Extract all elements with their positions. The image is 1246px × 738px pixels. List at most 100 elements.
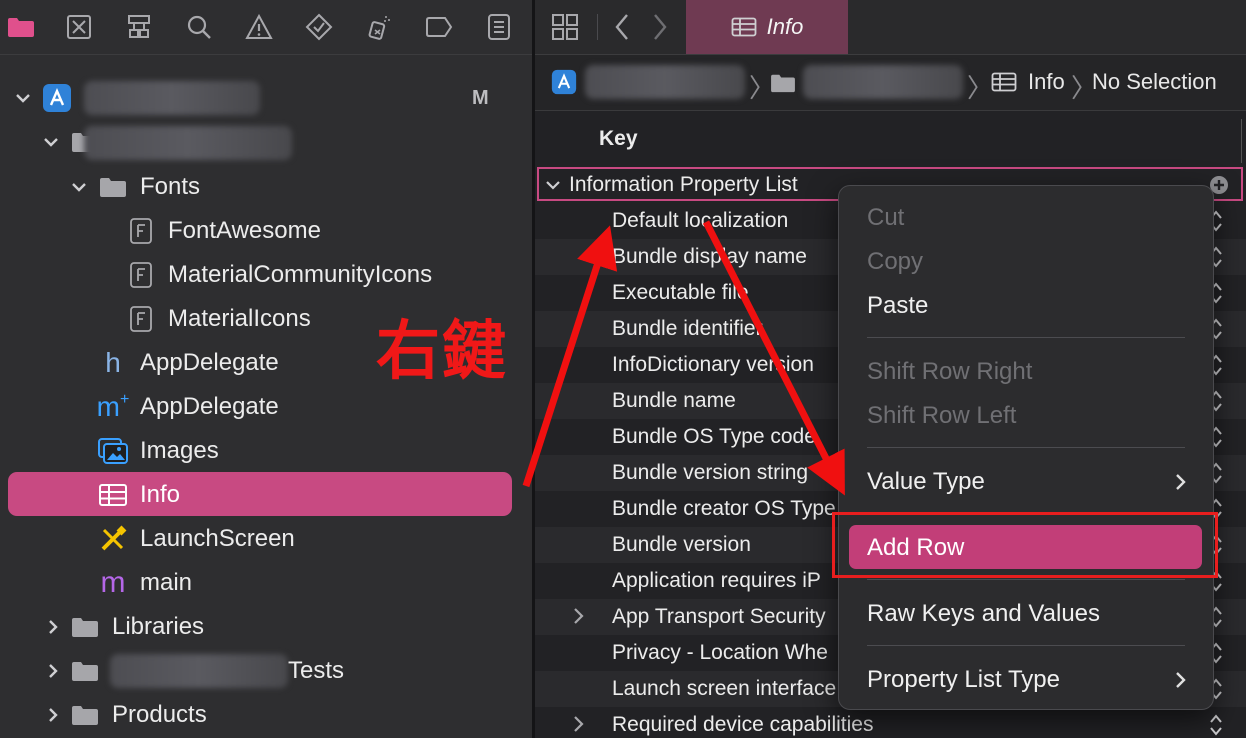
menu-item-shift-row-right[interactable]: Shift Row Right: [867, 358, 1032, 386]
tree-item-info[interactable]: Info: [0, 473, 532, 517]
breadcrumb-selection[interactable]: No Selection: [1092, 69, 1217, 95]
menu-item-shift-row-left[interactable]: Shift Row Left: [867, 402, 1016, 430]
plist-table-icon: [96, 480, 130, 510]
report-icon[interactable]: [482, 11, 516, 43]
property-key-label: Bundle OS Type code: [612, 425, 816, 448]
navigator-toolbar: [0, 0, 532, 55]
hierarchy-icon[interactable]: [122, 11, 156, 43]
toolbar-separator: [597, 14, 598, 40]
property-key-label: Bundle version: [612, 533, 751, 556]
tree-item-main[interactable]: m main: [0, 561, 532, 605]
modified-badge: M: [472, 86, 489, 109]
key-column-header[interactable]: Key: [599, 127, 638, 151]
tree-item-images[interactable]: Images: [0, 429, 532, 473]
app-project-icon[interactable]: [551, 69, 577, 100]
source-control-icon[interactable]: [62, 11, 96, 43]
menu-item-cut[interactable]: Cut: [867, 204, 904, 232]
project-row[interactable]: M: [0, 76, 532, 120]
property-key-label: Launch screen interface: [612, 677, 837, 700]
breadcrumb-separator: 〉: [967, 73, 994, 103]
tree-item-launchscreen[interactable]: LaunchScreen: [0, 517, 532, 561]
tree-item-label: Fonts: [140, 173, 201, 200]
tree-item-tests[interactable]: Tests: [0, 649, 532, 693]
breakpoint-icon[interactable]: [422, 11, 456, 43]
menu-separator: [867, 645, 1185, 646]
property-key-label: Bundle version string: [612, 461, 809, 484]
tree-item-label: MaterialIcons: [168, 305, 311, 332]
target-group-row[interactable]: [0, 120, 532, 164]
folder-icon: [68, 700, 102, 730]
tree-item-label: Tests: [288, 657, 345, 684]
chevron-down-icon[interactable]: [12, 87, 34, 109]
property-key-label: Bundle creator OS Type: [612, 497, 836, 520]
chevron-right-icon[interactable]: [42, 660, 64, 682]
add-row-callout-box: [832, 512, 1218, 578]
jump-bar: 〉 〉 Info 〉 No Selection: [535, 55, 1246, 111]
chevron-right-icon[interactable]: [42, 616, 64, 638]
tree-item-materialcommunityicons[interactable]: MaterialCommunityIcons: [0, 253, 532, 297]
column-header: Key: [535, 111, 1246, 167]
menu-item-property-list-type[interactable]: Property List Type: [867, 666, 1060, 694]
chevron-down-icon[interactable]: [545, 179, 561, 191]
menu-separator: [867, 447, 1185, 448]
folder-icon[interactable]: [4, 11, 38, 43]
redacted-project-name: [84, 81, 260, 115]
tree-item-label: FontAwesome: [168, 217, 321, 244]
tree-item-label: AppDelegate: [140, 393, 279, 420]
chevron-right-icon[interactable]: [571, 606, 587, 626]
debug-spray-icon[interactable]: [362, 11, 396, 43]
objc-file-icon: m +: [96, 391, 130, 422]
warning-icon[interactable]: [242, 11, 276, 43]
tree-item-fonts[interactable]: Fonts: [0, 165, 532, 209]
font-file-icon: [124, 304, 158, 334]
property-key-label: Default localization: [612, 209, 789, 232]
back-chevron-icon[interactable]: [613, 12, 631, 47]
tree-item-fontawesome[interactable]: FontAwesome: [0, 209, 532, 253]
tab-label: Info: [766, 14, 804, 39]
tree-item-label: Libraries: [112, 613, 205, 640]
asset-catalog-icon: [96, 436, 130, 466]
stepper-icon[interactable]: [1209, 713, 1223, 737]
objc-main-file-icon: m: [100, 566, 126, 599]
test-diamond-icon[interactable]: [302, 11, 336, 43]
folder-icon: [68, 612, 102, 642]
redacted-group-name: [84, 126, 292, 160]
tree-item-label: main: [140, 569, 193, 596]
property-row[interactable]: Required device capabilities: [535, 707, 1246, 738]
font-file-icon: [124, 216, 158, 246]
menu-item-raw-keys-values[interactable]: Raw Keys and Values: [867, 600, 1100, 628]
tree-item-products[interactable]: Products: [0, 693, 532, 737]
property-key-label: Bundle display name: [612, 245, 807, 268]
tree-item-label: Info: [140, 481, 181, 508]
tab-bar: Info: [535, 0, 1246, 55]
chevron-down-icon[interactable]: [68, 176, 90, 198]
context-menu: Cut Copy Paste Shift Row Right Shift Row…: [838, 185, 1214, 710]
menu-item-value-type[interactable]: Value Type: [867, 468, 985, 496]
chevron-down-icon[interactable]: [40, 131, 62, 153]
folder-icon[interactable]: [769, 72, 797, 99]
tree-item-label: AppDelegate: [140, 349, 279, 376]
folder-icon: [96, 172, 130, 202]
property-key-label: Privacy - Location Whe: [612, 641, 828, 664]
column-divider[interactable]: [1241, 119, 1242, 163]
related-items-grid-icon[interactable]: [551, 13, 579, 46]
right-click-annotation: 右鍵: [376, 315, 508, 389]
folder-icon: [68, 656, 102, 686]
project-navigator: M Fonts FontAwesome MaterialCommunityIco…: [0, 0, 532, 738]
menu-item-copy[interactable]: Copy: [867, 248, 923, 276]
chevron-right-icon[interactable]: [571, 714, 587, 734]
search-icon[interactable]: [182, 11, 216, 43]
property-key-label: App Transport Security: [612, 605, 826, 628]
plist-table-icon[interactable]: [991, 72, 1017, 97]
menu-separator: [867, 337, 1185, 338]
property-key-label: Bundle name: [612, 389, 736, 412]
forward-chevron-icon[interactable]: [651, 12, 669, 47]
tree-item-libraries[interactable]: Libraries: [0, 605, 532, 649]
menu-separator: [867, 579, 1185, 580]
tree-item-label: LaunchScreen: [140, 525, 295, 552]
tab-info[interactable]: Info: [686, 0, 848, 54]
chevron-right-icon[interactable]: [42, 704, 64, 726]
plist-table-icon: [731, 17, 757, 37]
menu-item-paste[interactable]: Paste: [867, 292, 928, 320]
breadcrumb-file[interactable]: Info: [1028, 69, 1065, 95]
